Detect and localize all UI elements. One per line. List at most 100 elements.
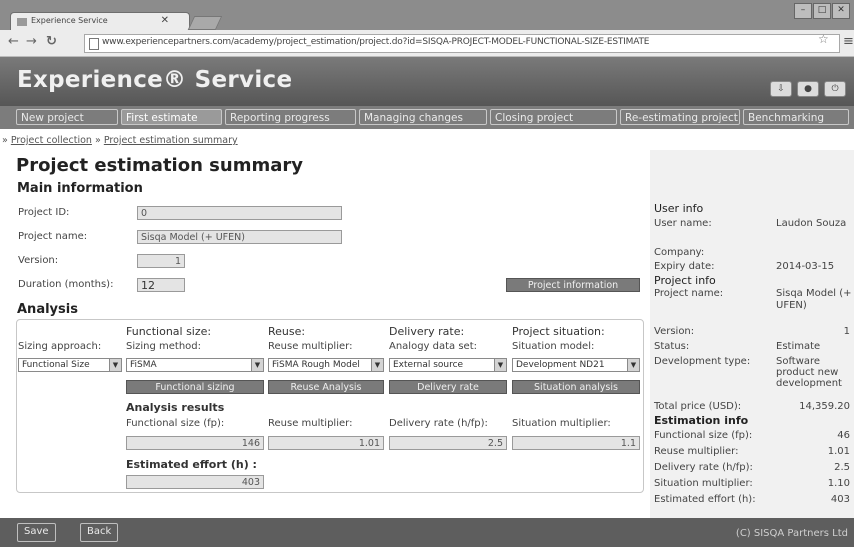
development-type-label: Development type: bbox=[654, 356, 751, 367]
total-price-value: 14,359.20 bbox=[799, 401, 850, 412]
expiry-date-value: 2014-03-15 bbox=[776, 261, 835, 272]
sizing-method-label: Sizing method: bbox=[126, 341, 202, 352]
analogy-data-set-label: Analogy data set: bbox=[389, 341, 478, 352]
project-name-field: Sisqa Model (+ UFEN) bbox=[137, 230, 342, 244]
side-fs-value: 46 bbox=[837, 430, 850, 441]
browser-toolbar: ← → ↻ www.experiencepartners.com/academy… bbox=[0, 30, 854, 57]
page-title: Project estimation summary bbox=[16, 155, 303, 176]
analogy-data-set-select[interactable]: External source ▼ bbox=[389, 358, 507, 372]
reuse-header: Reuse: bbox=[268, 325, 306, 338]
copyright-text: (C) SISQA Partners Ltd bbox=[735, 528, 848, 539]
breadcrumb-project-collection[interactable]: Project collection bbox=[11, 135, 92, 146]
breadcrumb-separator: » bbox=[94, 135, 101, 146]
result-delivery-label: Delivery rate (h/fp): bbox=[389, 418, 488, 429]
analogy-data-set-value: External source bbox=[393, 360, 464, 370]
user-name-label: User name: bbox=[654, 218, 712, 229]
functional-size-header: Functional size: bbox=[126, 325, 212, 338]
nav-re-estimating-project[interactable]: Re-estimating project bbox=[620, 109, 740, 125]
sizing-approach-value: Functional Size bbox=[22, 360, 90, 370]
situation-model-select[interactable]: Development ND21 ▼ bbox=[512, 358, 640, 372]
chevron-down-icon: ▼ bbox=[251, 359, 263, 371]
app-header: Experience® Service ⇩ ● ⏻ bbox=[0, 57, 854, 106]
browser-tab[interactable]: Experience Service ✕ bbox=[10, 12, 190, 31]
forward-arrow-icon[interactable]: → bbox=[26, 34, 37, 49]
situation-model-value: Development ND21 bbox=[516, 360, 605, 370]
sizing-approach-select[interactable]: Functional Size ▼ bbox=[18, 358, 122, 372]
result-reuse-label: Reuse multiplier: bbox=[268, 418, 353, 429]
chevron-down-icon: ▼ bbox=[109, 359, 121, 371]
reuse-analysis-button[interactable]: Reuse Analysis bbox=[268, 380, 384, 394]
development-type-value: Software product new development bbox=[776, 356, 842, 389]
nav-closing-project[interactable]: Closing project bbox=[490, 109, 617, 125]
project-info-heading: Project info bbox=[654, 274, 716, 287]
back-button[interactable]: Back bbox=[80, 523, 119, 542]
result-functional-size-field: 146 bbox=[126, 436, 264, 450]
breadcrumb: » Project collection » Project estimatio… bbox=[2, 135, 238, 146]
project-information-button[interactable]: Project information bbox=[506, 278, 640, 292]
sizing-method-select[interactable]: FiSMA ▼ bbox=[126, 358, 264, 372]
address-bar[interactable]: www.experiencepartners.com/academy/proje… bbox=[84, 34, 840, 53]
url-text[interactable]: www.experiencepartners.com/academy/proje… bbox=[102, 37, 762, 47]
main-info-title: Main information bbox=[17, 181, 143, 196]
status-label: Status: bbox=[654, 341, 690, 352]
settings-icon[interactable]: ● bbox=[797, 81, 819, 97]
result-situation-label: Situation multiplier: bbox=[512, 418, 611, 429]
side-situation-label: Situation multiplier: bbox=[654, 478, 753, 489]
reuse-model-select[interactable]: FiSMA Rough Model ▼ bbox=[268, 358, 384, 372]
breadcrumb-estimation-summary[interactable]: Project estimation summary bbox=[104, 135, 238, 146]
tab-title: Experience Service bbox=[31, 16, 108, 25]
duration-field: 12 bbox=[137, 278, 185, 292]
analysis-title: Analysis bbox=[17, 302, 78, 317]
nav-benchmarking[interactable]: Benchmarking bbox=[743, 109, 849, 125]
status-value: Estimate bbox=[776, 341, 821, 352]
save-button[interactable]: Save bbox=[17, 523, 56, 542]
side-project-name-value: Sisqa Model (+ UFEN) bbox=[776, 288, 852, 311]
functional-sizing-button[interactable]: Functional sizing bbox=[126, 380, 264, 394]
delivery-rate-header: Delivery rate: bbox=[389, 325, 465, 338]
browser-menu-icon[interactable]: ≡ bbox=[843, 34, 854, 49]
main-nav: New project First estimate Reporting progr… bbox=[0, 106, 854, 129]
duration-label: Duration (months): bbox=[18, 279, 114, 290]
side-effort-value: 403 bbox=[830, 494, 850, 505]
maximize-icon[interactable]: □ bbox=[813, 3, 831, 19]
nav-managing-changes[interactable]: Managing changes bbox=[359, 109, 487, 125]
version-field: 1 bbox=[137, 254, 185, 268]
project-id-field: 0 bbox=[137, 206, 342, 220]
chevron-down-icon: ▼ bbox=[371, 359, 383, 371]
page-icon bbox=[89, 38, 99, 50]
download-icon[interactable]: ⇩ bbox=[770, 81, 792, 97]
situation-analysis-button[interactable]: Situation analysis bbox=[512, 380, 640, 394]
nav-new-project[interactable]: New project bbox=[16, 109, 118, 125]
back-arrow-icon[interactable]: ← bbox=[8, 34, 19, 49]
nav-first-estimate[interactable]: First estimate bbox=[121, 109, 222, 125]
close-tab-icon[interactable]: ✕ bbox=[161, 15, 169, 26]
user-name-value: Laudon Souza bbox=[776, 218, 847, 229]
nav-reporting-progress[interactable]: Reporting progress bbox=[225, 109, 356, 125]
project-id-label: Project ID: bbox=[18, 207, 70, 218]
expiry-date-label: Expiry date: bbox=[654, 261, 715, 272]
side-delivery-value: 2.5 bbox=[834, 462, 850, 473]
app-title: Experience® Service bbox=[17, 67, 293, 93]
result-delivery-field: 2.5 bbox=[389, 436, 507, 450]
side-project-name-label: Project name: bbox=[654, 288, 724, 299]
browser-tabstrip: Experience Service ✕ – □ ✕ bbox=[0, 0, 854, 31]
company-label: Company: bbox=[654, 247, 705, 258]
reuse-multiplier-label: Reuse multiplier: bbox=[268, 341, 353, 352]
info-sidebar: User info User name: Laudon Souza Compan… bbox=[650, 150, 854, 518]
project-situation-header: Project situation: bbox=[512, 325, 605, 338]
minimize-icon[interactable]: – bbox=[794, 3, 812, 19]
project-name-label: Project name: bbox=[18, 231, 88, 242]
close-window-icon[interactable]: ✕ bbox=[832, 3, 850, 19]
bookmark-star-icon[interactable]: ☆ bbox=[818, 32, 829, 46]
favicon-icon bbox=[17, 18, 27, 26]
sizing-method-value: FiSMA bbox=[130, 360, 157, 370]
version-label: Version: bbox=[18, 255, 59, 266]
power-icon[interactable]: ⏻ bbox=[824, 81, 846, 97]
delivery-rate-button[interactable]: Delivery rate bbox=[389, 380, 507, 394]
reload-icon[interactable]: ↻ bbox=[46, 34, 57, 49]
chevron-down-icon: ▼ bbox=[494, 359, 506, 371]
side-situation-value: 1.10 bbox=[827, 478, 850, 489]
situation-model-label: Situation model: bbox=[512, 341, 595, 352]
chevron-down-icon: ▼ bbox=[627, 359, 639, 371]
new-tab-button[interactable] bbox=[187, 16, 223, 30]
